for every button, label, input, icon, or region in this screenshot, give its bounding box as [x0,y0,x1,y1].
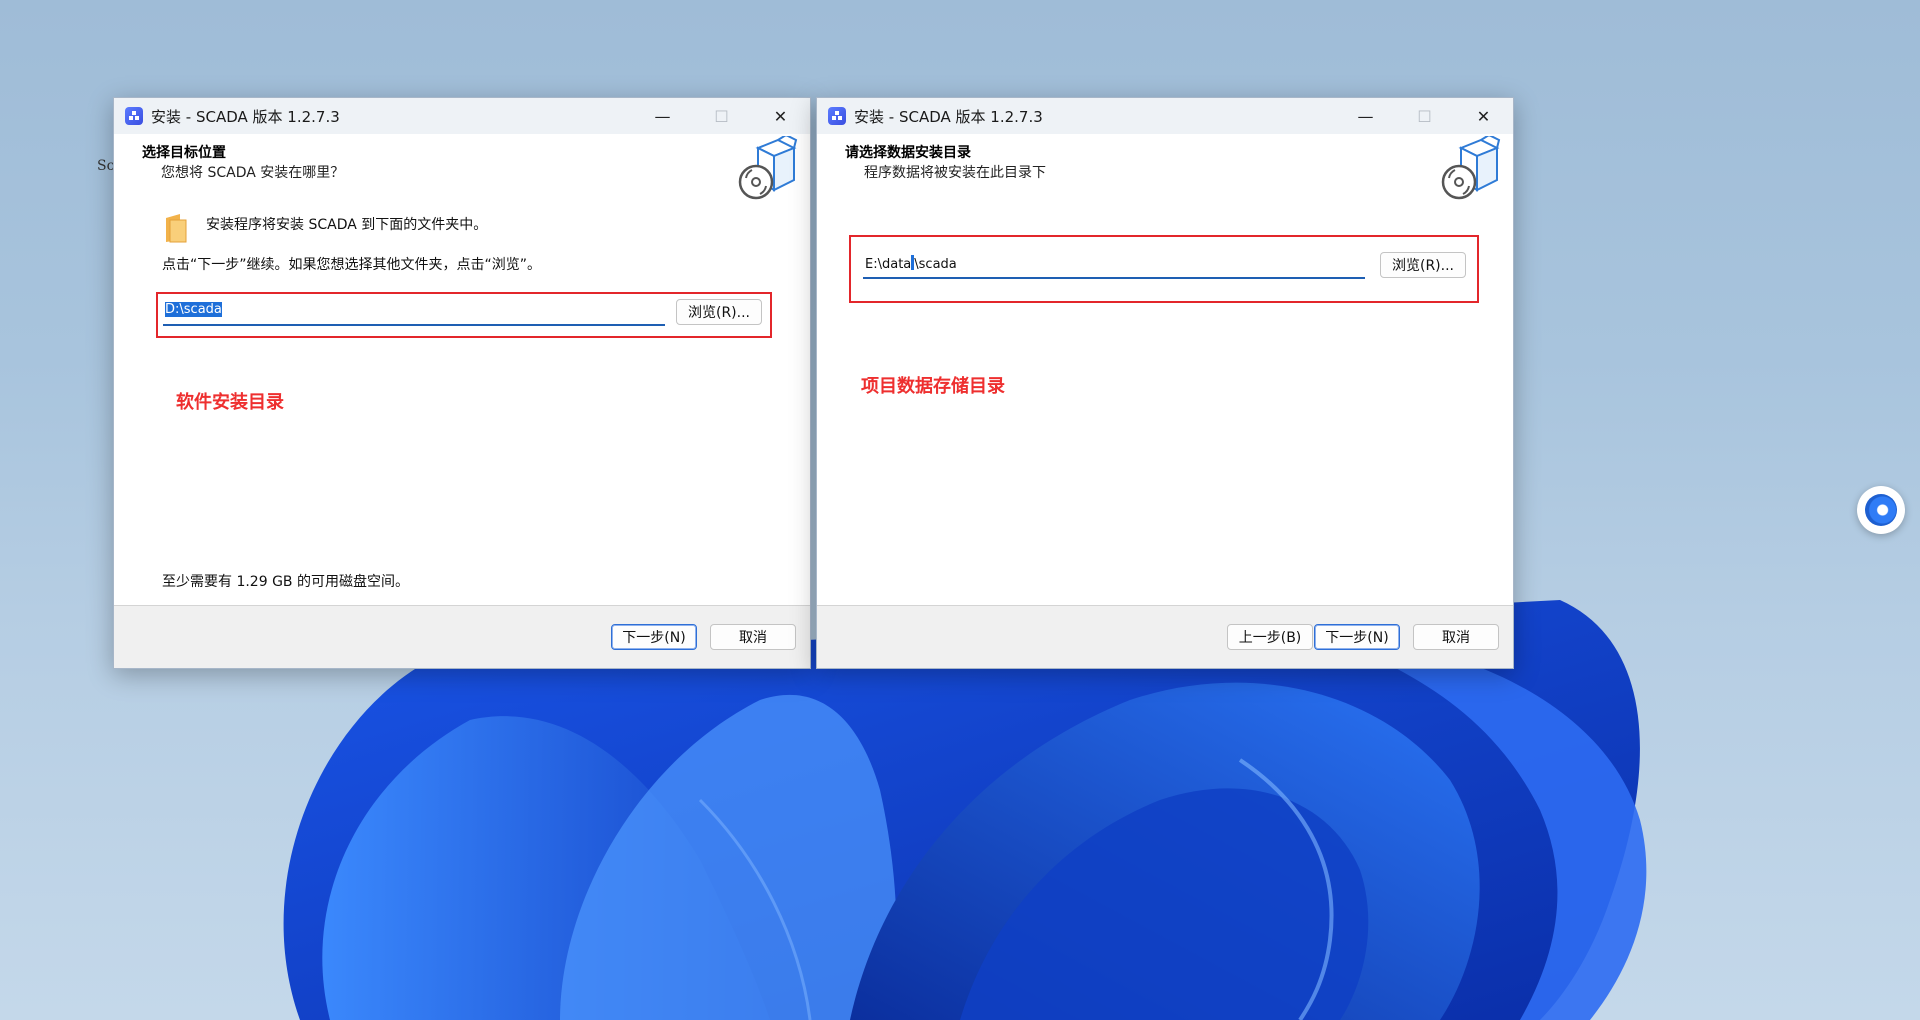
assistant-icon [1865,494,1897,526]
selected-path-text: D:\scada [165,302,222,317]
disk-space-note: 至少需要有 1.29 GB 的可用磁盘空间。 [162,574,409,590]
wizard-footer: 上一步(B) 下一步(N) 取消 [817,605,1513,668]
installer-app-icon [828,107,846,125]
window-title: 安装 - SCADA 版本 1.2.7.3 [151,107,340,126]
annotation-data-dir: 项目数据存储目录 [861,376,1005,397]
browse-button[interactable]: 浏览(R)... [676,299,762,325]
title-bar[interactable]: 安装 - SCADA 版本 1.2.7.3 — ☐ ✕ [114,98,810,134]
desktop: Sc 安装 - SCADA 版本 1.2.7.3 — ☐ ✕ 选择目标位置 您想… [0,0,1920,1020]
title-bar[interactable]: 安装 - SCADA 版本 1.2.7.3 — ☐ ✕ [817,98,1513,134]
setup-box-disc-icon [1441,136,1501,200]
next-button[interactable]: 下一步(N) [611,624,697,650]
installer-window-target-location: 安装 - SCADA 版本 1.2.7.3 — ☐ ✕ 选择目标位置 您想将 S… [113,97,811,669]
path-before-caret: E:\data [865,257,912,272]
install-message: 安装程序将安装 SCADA 到下面的文件夹中。 [206,217,488,233]
cancel-button[interactable]: 取消 [1413,624,1499,650]
wizard-header: 选择目标位置 您想将 SCADA 安装在哪里？ [114,134,810,206]
browse-button[interactable]: 浏览(R)... [1380,252,1466,278]
floating-assistant-button[interactable] [1857,486,1905,534]
folder-icon [166,214,187,243]
window-title: 安装 - SCADA 版本 1.2.7.3 [854,107,1043,126]
desktop-peek-text: Sc [97,158,115,174]
setup-box-disc-icon [738,136,798,200]
data-path-input[interactable]: E:\data \scada [863,255,1365,279]
cancel-button[interactable]: 取消 [710,624,796,650]
header-title: 请选择数据安装目录 [845,145,971,161]
maximize-button[interactable]: ☐ [692,98,751,134]
install-path-input[interactable]: D:\scada [163,302,665,326]
minimize-button[interactable]: — [1336,98,1395,134]
close-button[interactable]: ✕ [751,98,810,134]
header-subtitle: 程序数据将被安装在此目录下 [864,165,1046,181]
wizard-header: 请选择数据安装目录 程序数据将被安装在此目录下 [817,134,1513,206]
installer-window-data-directory: 安装 - SCADA 版本 1.2.7.3 — ☐ ✕ 请选择数据安装目录 程序… [816,97,1514,669]
header-subtitle: 您想将 SCADA 安装在哪里？ [161,165,345,181]
annotation-install-dir: 软件安装目录 [176,392,284,413]
close-button[interactable]: ✕ [1454,98,1513,134]
instruction-text: 点击“下一步”继续。如果您想选择其他文件夹，点击“浏览”。 [162,257,542,273]
header-title: 选择目标位置 [142,145,226,161]
back-button[interactable]: 上一步(B) [1227,624,1313,650]
next-button[interactable]: 下一步(N) [1314,624,1400,650]
installer-app-icon [125,107,143,125]
minimize-button[interactable]: — [633,98,692,134]
path-after-caret: \scada [914,257,957,272]
wizard-footer: 下一步(N) 取消 [114,605,810,668]
maximize-button[interactable]: ☐ [1395,98,1454,134]
